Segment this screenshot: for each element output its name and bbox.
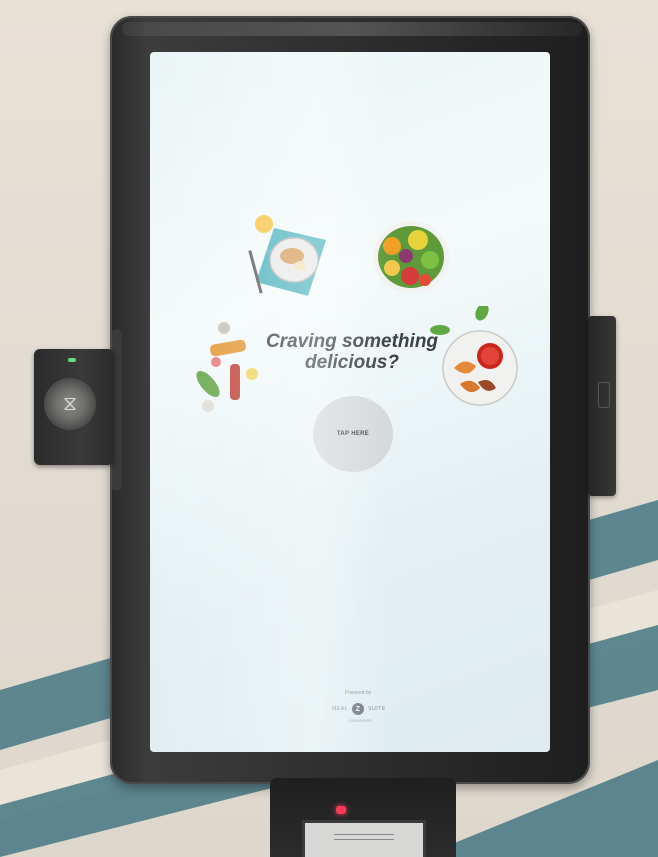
nfc-glyph-icon: ⧖	[62, 393, 78, 415]
brand-logo: MEAL Z SUITE	[314, 702, 404, 716]
fruit-platter-icon	[373, 221, 449, 293]
breakfast-plate-icon	[248, 215, 326, 296]
brand-subtext: GRUBBRRR	[348, 718, 372, 723]
brand-mark-icon: Z	[352, 703, 365, 715]
tap-here-button[interactable]: TAP HERE	[313, 396, 393, 472]
brand-left-text: MEAL	[332, 706, 349, 712]
drinks-sauces-icon	[196, 322, 258, 412]
headline-line-2: delicious?	[305, 352, 399, 373]
headline-line-1: Craving something	[265, 331, 439, 352]
contactless-icon[interactable]: ⧖	[44, 378, 96, 430]
tap-here-label: TAP HERE	[336, 431, 370, 437]
receipt-paper	[334, 834, 394, 840]
headline: Craving something delicious?	[252, 331, 452, 373]
brand-right-text: SUITE	[368, 706, 386, 712]
side-scanner	[588, 316, 616, 496]
printer-status-led	[336, 806, 346, 814]
powered-by-label: Powered by	[344, 690, 372, 696]
reader-status-led	[68, 358, 76, 362]
